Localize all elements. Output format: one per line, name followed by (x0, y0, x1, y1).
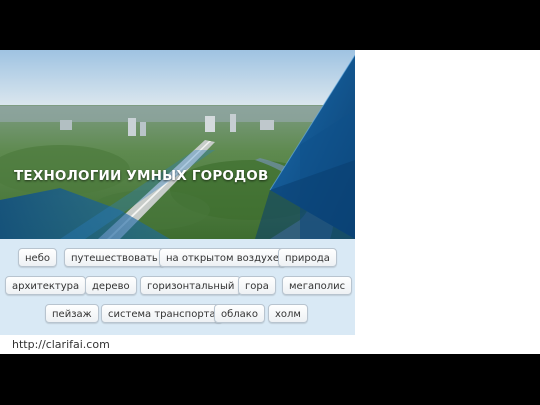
tag-mountain[interactable]: гора (238, 276, 276, 295)
tag-outdoors[interactable]: на открытом воздухе (159, 248, 286, 267)
tag-tree[interactable]: дерево (85, 276, 137, 295)
source-link[interactable]: http://clarifai.com (12, 338, 110, 351)
hero-image: ТЕХНОЛОГИИ УМНЫХ ГОРОДОВ (0, 50, 355, 239)
city-aerial-photo (0, 50, 355, 239)
tag-sky[interactable]: небо (18, 248, 57, 267)
tag-megapolis[interactable]: мегаполис (282, 276, 353, 295)
slide: ТЕХНОЛОГИИ УМНЫХ ГОРОДОВ небо путешество… (0, 50, 540, 354)
tag-horizontal[interactable]: горизонтальный (140, 276, 242, 295)
tag-transport-system[interactable]: система транспорта (101, 304, 223, 323)
tag-landscape[interactable]: пейзаж (45, 304, 99, 323)
tag-hill[interactable]: холм (268, 304, 308, 323)
tag-travel[interactable]: путешествовать (64, 248, 165, 267)
tag-nature[interactable]: природа (278, 248, 337, 267)
tag-architecture[interactable]: архитектура (5, 276, 87, 295)
hero-title: ТЕХНОЛОГИИ УМНЫХ ГОРОДОВ (14, 168, 269, 184)
concept-tags-panel: небо путешествовать на открытом воздухе … (0, 239, 355, 335)
tag-cloud[interactable]: облако (214, 304, 265, 323)
